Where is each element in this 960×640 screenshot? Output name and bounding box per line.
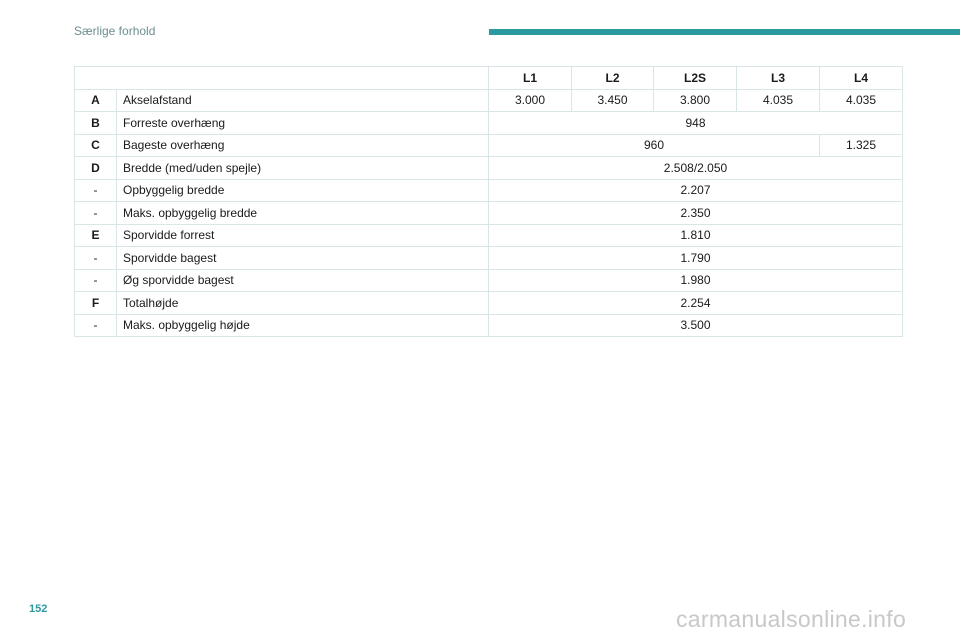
column-header: L2 (571, 66, 654, 90)
table-row: A Akselafstand 3.000 3.450 3.800 4.035 4… (74, 88, 903, 112)
row-value: 3.500 (488, 313, 903, 337)
row-code: - (74, 246, 117, 270)
row-code: B (74, 111, 117, 135)
table-row: B Forreste overhæng 948 (74, 111, 903, 135)
header-accent-bar (489, 29, 960, 35)
row-value: 4.035 (736, 88, 820, 112)
table-row: E Sporvidde forrest 1.810 (74, 223, 903, 247)
row-label: Opbyggelig bredde (116, 178, 489, 202)
table-header-row: L1 L2 L2S L3 L4 (74, 66, 903, 90)
row-label: Maks. opbyggelig højde (116, 313, 489, 337)
row-value: 960 (488, 133, 820, 157)
row-value: 2.350 (488, 201, 903, 225)
table-row: - Maks. opbyggelig bredde 2.350 (74, 201, 903, 225)
row-value: 3.450 (571, 88, 654, 112)
row-value: 2.207 (488, 178, 903, 202)
row-code: D (74, 156, 117, 180)
row-code: - (74, 201, 117, 225)
row-value: 4.035 (819, 88, 903, 112)
row-code: C (74, 133, 117, 157)
row-value: 948 (488, 111, 903, 135)
row-code: - (74, 313, 117, 337)
row-label: Sporvidde bagest (116, 246, 489, 270)
row-label: Bageste overhæng (116, 133, 489, 157)
row-value: 1.810 (488, 223, 903, 247)
column-header: L1 (488, 66, 572, 90)
row-label: Akselafstand (116, 88, 489, 112)
row-value: 1.790 (488, 246, 903, 270)
row-value: 2.254 (488, 291, 903, 315)
column-header: L4 (819, 66, 903, 90)
row-code: E (74, 223, 117, 247)
table-row: C Bageste overhæng 960 1.325 (74, 133, 903, 157)
row-label: Totalhøjde (116, 291, 489, 315)
row-value: 3.800 (653, 88, 737, 112)
table-row: - Øg sporvidde bagest 1.980 (74, 268, 903, 292)
dimensions-table: L1 L2 L2S L3 L4 A Akselafstand 3.000 3.4… (74, 66, 903, 337)
row-value: 2.508/2.050 (488, 156, 903, 180)
row-code: - (74, 178, 117, 202)
row-label: Sporvidde forrest (116, 223, 489, 247)
row-code: F (74, 291, 117, 315)
table-row: - Maks. opbyggelig højde 3.500 (74, 313, 903, 337)
table-row: F Totalhøjde 2.254 (74, 291, 903, 315)
row-label: Maks. opbyggelig bredde (116, 201, 489, 225)
row-value: 3.000 (488, 88, 572, 112)
header-empty-cell (74, 66, 489, 90)
row-label: Øg sporvidde bagest (116, 268, 489, 292)
watermark: carmanualsonline.info (676, 606, 907, 632)
column-header: L3 (736, 66, 820, 90)
column-header: L2S (653, 66, 737, 90)
row-label: Bredde (med/uden spejle) (116, 156, 489, 180)
page-number: 152 (29, 603, 48, 615)
row-label: Forreste overhæng (116, 111, 489, 135)
table-row: - Sporvidde bagest 1.790 (74, 246, 903, 270)
section-title: Særlige forhold (74, 24, 156, 38)
row-value: 1.980 (488, 268, 903, 292)
row-code: - (74, 268, 117, 292)
row-code: A (74, 88, 117, 112)
table-row: D Bredde (med/uden spejle) 2.508/2.050 (74, 156, 903, 180)
table-row: - Opbyggelig bredde 2.207 (74, 178, 903, 202)
row-value: 1.325 (819, 133, 903, 157)
